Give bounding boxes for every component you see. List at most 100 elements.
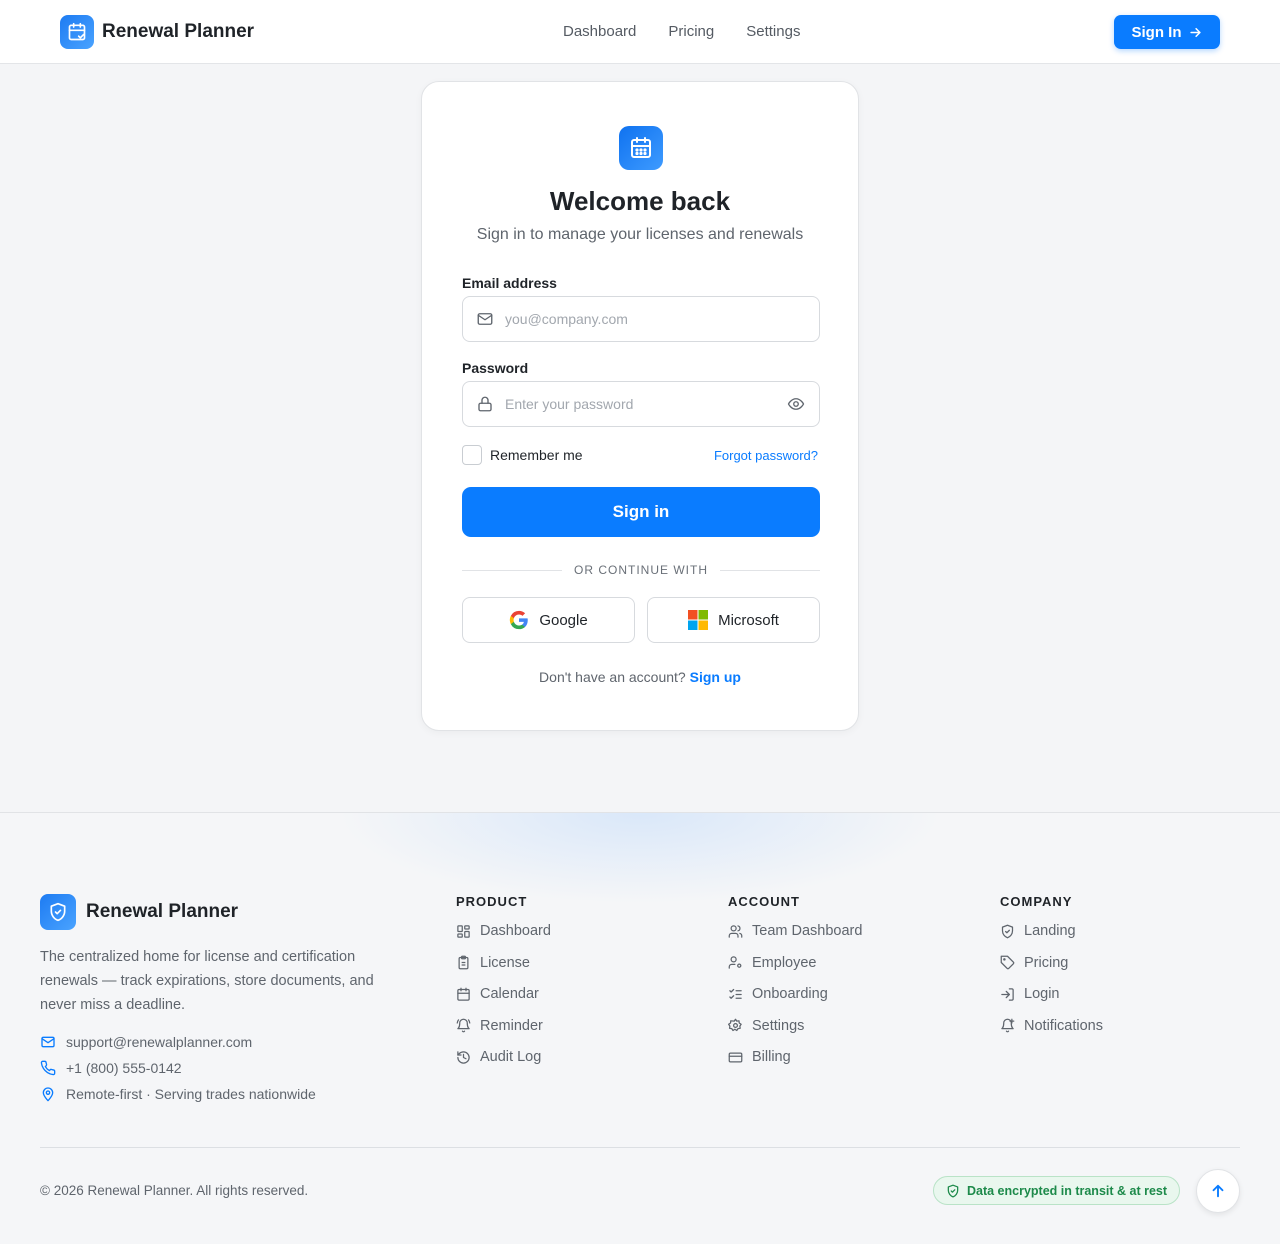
footer-link-label[interactable]: Employee — [752, 955, 816, 971]
nav-dashboard[interactable]: Dashboard — [563, 23, 636, 40]
footer-link-pricing[interactable]: Pricing — [1000, 953, 1103, 973]
footer-divider — [40, 1147, 1240, 1148]
footer-link-label[interactable]: License — [480, 955, 530, 971]
contact-email[interactable]: support@renewalplanner.com — [40, 1034, 252, 1050]
footer-link-reminder[interactable]: Reminder — [456, 1016, 551, 1036]
footer-brand[interactable]: Renewal Planner — [40, 894, 238, 930]
footer-link-login[interactable]: Login — [1000, 984, 1103, 1004]
footer-link-license[interactable]: License — [456, 953, 551, 973]
footer-link-landing[interactable]: Landing — [1000, 921, 1103, 941]
calendar-icon — [619, 126, 663, 170]
eye-icon[interactable] — [787, 395, 805, 413]
bell-ring-icon — [456, 1018, 471, 1033]
footer-link-onboarding[interactable]: Onboarding — [728, 984, 862, 1004]
signin-button[interactable]: Sign in — [462, 487, 820, 537]
footer-link-label[interactable]: Reminder — [480, 1018, 543, 1034]
contact-phone-text: +1 (800) 555-0142 — [66, 1060, 182, 1076]
password-label: Password — [462, 360, 529, 376]
shield-check-icon — [946, 1184, 960, 1198]
footer-link-billing[interactable]: Billing — [728, 1047, 862, 1067]
footer-link-settings[interactable]: Settings — [728, 1016, 862, 1036]
main-nav: Dashboard Pricing Settings — [563, 23, 800, 40]
contact-location: Remote-first · Serving trades nationwide — [40, 1086, 316, 1102]
phone-icon — [40, 1060, 56, 1076]
signup-link[interactable]: Sign up — [690, 669, 741, 685]
lock-icon — [476, 395, 494, 413]
forgot-password-link[interactable]: Forgot password? — [714, 448, 818, 463]
password-field-wrapper — [462, 381, 820, 427]
gear-icon — [728, 1018, 743, 1033]
microsoft-button[interactable]: Microsoft — [647, 597, 820, 643]
clipboard-icon — [456, 955, 471, 970]
email-field-wrapper — [462, 296, 820, 342]
or-divider: OR CONTINUE WITH — [462, 562, 820, 578]
footer-link-label[interactable]: Team Dashboard — [752, 923, 862, 939]
header-signin-button[interactable]: Sign In — [1114, 15, 1220, 49]
footer-brand-name: Renewal Planner — [86, 901, 239, 922]
mail-icon — [476, 310, 494, 328]
no-account-text: Don't have an account? — [539, 669, 686, 685]
copyright: © 2026 Renewal Planner. All rights reser… — [40, 1183, 309, 1198]
remember-me[interactable]: Remember me — [462, 445, 583, 465]
top-header: Renewal Planner Dashboard Pricing Settin… — [0, 0, 1280, 64]
mail-icon — [40, 1034, 56, 1050]
email-input[interactable] — [505, 297, 775, 341]
footer-link-label[interactable]: Billing — [752, 1049, 791, 1065]
login-card: Welcome back Sign in to manage your lice… — [421, 81, 859, 731]
footer-link-label[interactable]: Login — [1024, 986, 1059, 1002]
login-title: Welcome back — [549, 186, 731, 216]
google-label: Google — [539, 611, 588, 629]
footer-link-dashboard[interactable]: Dashboard — [456, 921, 551, 941]
credit-card-icon — [728, 1050, 743, 1065]
footer-link-notifications[interactable]: Notifications — [1000, 1016, 1103, 1036]
footer-link-label[interactable]: Pricing — [1024, 955, 1068, 971]
google-button[interactable]: Google — [462, 597, 635, 643]
footer-link-team-dashboard[interactable]: Team Dashboard — [728, 921, 862, 941]
brand[interactable]: Renewal Planner — [60, 15, 254, 49]
footer-link-calendar[interactable]: Calendar — [456, 984, 551, 1004]
divider-line-right — [720, 570, 820, 571]
signup-row: Don't have an account? Sign up — [422, 669, 858, 685]
footer-link-label[interactable]: Calendar — [480, 986, 539, 1002]
nav-pricing[interactable]: Pricing — [668, 23, 714, 40]
footer-link-label[interactable]: Audit Log — [480, 1049, 541, 1065]
nav-settings[interactable]: Settings — [746, 23, 800, 40]
brand-name: Renewal Planner — [102, 21, 255, 42]
footer-description: The centralized home for license and cer… — [40, 949, 374, 1013]
footer-link-label[interactable]: Onboarding — [752, 986, 828, 1002]
user-cog-icon — [728, 955, 743, 970]
login-subtitle: Sign in to manage your licenses and rene… — [476, 226, 804, 243]
calendar-icon — [456, 987, 471, 1002]
header-signin-label: Sign In — [1131, 23, 1182, 41]
grid-icon — [456, 924, 471, 939]
footer-link-label[interactable]: Dashboard — [480, 923, 551, 939]
company-links: Landing Pricing Login Notifications — [1000, 921, 1103, 1047]
password-input[interactable] — [505, 382, 775, 426]
list-checks-icon — [728, 987, 743, 1002]
account-links: Team Dashboard Employee Onboarding Setti… — [728, 921, 862, 1079]
remember-label: Remember me — [490, 447, 583, 463]
map-pin-icon — [40, 1086, 56, 1102]
tag-icon — [1000, 955, 1015, 970]
remember-checkbox[interactable] — [462, 445, 482, 465]
arrow-right-icon — [1188, 25, 1203, 40]
arrow-up-icon — [1209, 1182, 1227, 1200]
company-column-title: COMPANY — [1000, 894, 1073, 909]
footer-link-label[interactable]: Landing — [1024, 923, 1076, 939]
footer-link-employee[interactable]: Employee — [728, 953, 862, 973]
contact-location-text: Remote-first · Serving trades nationwide — [66, 1086, 316, 1102]
contact-email-text: support@renewalplanner.com — [66, 1034, 253, 1050]
shield-check-icon — [1000, 924, 1015, 939]
bell-plus-icon — [1000, 1018, 1015, 1033]
footer-link-audit-log[interactable]: Audit Log — [456, 1047, 551, 1067]
contact-phone[interactable]: +1 (800) 555-0142 — [40, 1060, 182, 1076]
footer-link-label[interactable]: Settings — [752, 1018, 804, 1034]
site-footer: Renewal Planner The centralized home for… — [0, 812, 1280, 1244]
account-column-title: ACCOUNT — [728, 894, 800, 909]
footer-link-label[interactable]: Notifications — [1024, 1018, 1103, 1034]
microsoft-label: Microsoft — [718, 611, 779, 629]
shield-check-icon — [40, 894, 76, 930]
users-icon — [728, 924, 743, 939]
google-icon — [509, 610, 529, 630]
scroll-to-top-button[interactable] — [1196, 1169, 1240, 1213]
